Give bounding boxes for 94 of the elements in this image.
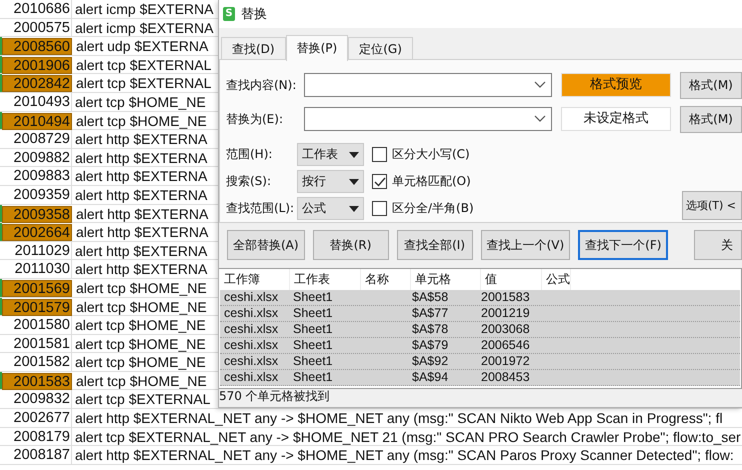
table-cell-text: alert tcp $HOME_NE	[74, 316, 206, 334]
table-cell-text: alert icmp $EXTERNA	[74, 18, 214, 36]
table-cell-text: alert http $EXTERNA	[74, 148, 208, 166]
checkbox[interactable]	[372, 174, 387, 189]
table-cell: 2002664	[2, 224, 72, 242]
action-button[interactable]: 查找下一个(F)	[578, 230, 668, 260]
option-label: 范围(H):	[226, 146, 274, 163]
status-text: 570 个单元格被找到	[219, 389, 331, 403]
table-cell-text: alert tcp $HOME_NE	[74, 334, 206, 352]
table-cell-text: alert http $EXTERNAL_NET any -> $HOME_NET any (msg:" SCAN Nikto Web App Scan in Progress"; fl	[74, 409, 723, 427]
option-label: 搜索(S):	[226, 173, 272, 190]
table-cell: 2001906	[2, 56, 72, 74]
result-row[interactable]: ceshi.xlsx Sheet1 $A$94 2008453	[220, 370, 740, 386]
table-cell-text: alert udp $EXTERNA	[75, 37, 208, 55]
field-label: 替换为(E):	[226, 110, 284, 128]
table-cell: 2001582	[2, 353, 72, 371]
table-cell-text: alert http $EXTERNA	[74, 186, 208, 204]
table-cell: 2010493	[2, 92, 72, 111]
table-cell-text: alert http $EXTERNA	[74, 260, 208, 278]
caret-icon[interactable]	[349, 152, 359, 158]
chevron-down-icon[interactable]	[534, 81, 546, 89]
tab[interactable]: 查找(D)	[221, 37, 286, 59]
table-cell: 2001580	[2, 316, 72, 334]
table-cell: 2001581	[2, 334, 72, 352]
field-label: 查找内容(N):	[226, 76, 298, 94]
table-cell-text: alert http $EXTERNA	[75, 223, 208, 241]
table-cell-text: alert tcp $HOME_NE	[74, 353, 206, 371]
table-cell-text: alert tcp $EXTERNAL	[74, 390, 210, 408]
action-button[interactable]: 查找全部(I)	[396, 230, 473, 260]
checkbox-label: 单元格匹配(O)	[392, 173, 471, 190]
table-cell-text: alert http $EXTERNA	[74, 130, 208, 148]
table-cell: 2009358	[2, 206, 72, 223]
dropdown[interactable]: 公式	[297, 197, 364, 220]
app-logo-icon: S	[223, 7, 235, 21]
table-cell-text: alert tcp $EXTERNAL	[75, 74, 212, 92]
table-cell: 2002677	[2, 409, 72, 427]
caret-icon[interactable]	[349, 178, 359, 184]
result-row[interactable]: ceshi.xlsx Sheet1 $A$92 2001972	[220, 354, 740, 370]
tab[interactable]: 替换(P)	[286, 35, 348, 61]
result-row[interactable]: ceshi.xlsx Sheet1 $A$79 2006546	[220, 338, 740, 354]
table-cell: 2001583	[2, 372, 72, 390]
tab[interactable]: 定位(G)	[348, 37, 413, 59]
result-row[interactable]: ceshi.xlsx Sheet1 $A$58 2001583	[220, 290, 740, 306]
options-button[interactable]: 选项(T) <	[682, 191, 742, 220]
table-cell: 2008729	[2, 130, 72, 148]
table-cell-text: alert tcp $HOME_NE	[75, 372, 207, 390]
format-button[interactable]: 格式(M)	[680, 106, 742, 132]
checkbox-label: 区分大小写(C)	[392, 146, 470, 163]
table-cell: 2001579	[2, 298, 72, 316]
table-cell-text: alert tcp $HOME_NE	[74, 92, 206, 111]
table-cell-text: alert tcp $HOME_NE	[75, 298, 207, 316]
table-cell: 2011029	[2, 242, 72, 260]
action-button[interactable]: 替换(R)	[312, 230, 389, 260]
checkbox-label: 区分全/半角(B)	[392, 200, 474, 217]
table-cell-text: alert tcp $EXTERNAL_NET any -> $HOME_NET 21 (msg:" SCAN PRO Search Crawler Probe"; flow:to_ser	[74, 428, 741, 446]
dropdown[interactable]: 工作表	[297, 143, 364, 166]
table-cell-text: alert http $EXTERNA	[74, 167, 208, 185]
input-field[interactable]	[304, 107, 552, 131]
table-cell-text: alert http $EXTERNA	[75, 204, 208, 222]
table-cell: 2001569	[2, 280, 72, 297]
table-cell: 2009359	[2, 186, 72, 204]
format-preview: 未设定格式	[561, 107, 671, 131]
result-row[interactable]: ceshi.xlsx Sheet1 $A$77 2001219	[220, 306, 740, 322]
table-cell: 2008560	[2, 38, 72, 56]
format-button[interactable]: 格式(M)	[680, 72, 742, 98]
caret-icon[interactable]	[349, 206, 359, 212]
checkbox[interactable]	[372, 201, 387, 216]
table-cell: 2008179	[2, 428, 72, 446]
table-cell: 2000575	[2, 18, 72, 36]
table-cell: 2002842	[2, 75, 72, 92]
result-row[interactable]: ceshi.xlsx Sheet1 $A$78 2003068	[220, 322, 740, 338]
table-cell: 2011030	[2, 260, 72, 278]
table-cell: 2009832	[2, 390, 72, 408]
action-button[interactable]: 关	[694, 230, 742, 260]
option-label: 查找范围(L):	[226, 200, 296, 217]
table-cell: 2009882	[2, 148, 72, 166]
action-button[interactable]: 查找上一个(V)	[480, 230, 570, 260]
window-title: 替换	[241, 6, 267, 23]
chevron-down-icon[interactable]	[534, 115, 546, 123]
table-cell-text: alert http $EXTERNAL_NET any -> $HOME_NET any (msg:" SCAN Paros Proxy Scanner Detected"; flow:	[74, 446, 734, 464]
table-cell-text: alert tcp $EXTERNAL	[75, 56, 212, 74]
table-cell: 2010686	[2, 0, 72, 18]
table-cell-text: alert tcp $HOME_NE	[75, 278, 207, 296]
input-field[interactable]	[304, 73, 552, 97]
dropdown[interactable]: 按行	[297, 170, 364, 193]
table-cell: 2010494	[2, 112, 72, 130]
format-preview: 格式预览	[561, 73, 671, 97]
table-cell-text: alert icmp $EXTERNA	[74, 0, 214, 18]
table-cell-text: alert tcp $HOME_NE	[75, 112, 207, 130]
table-cell-text: alert http $EXTERNA	[74, 242, 208, 260]
action-button[interactable]: 全部替换(A)	[227, 230, 305, 260]
checkbox[interactable]	[372, 147, 387, 162]
table-cell: 2009883	[2, 167, 72, 185]
table-cell: 2008187	[2, 446, 72, 464]
